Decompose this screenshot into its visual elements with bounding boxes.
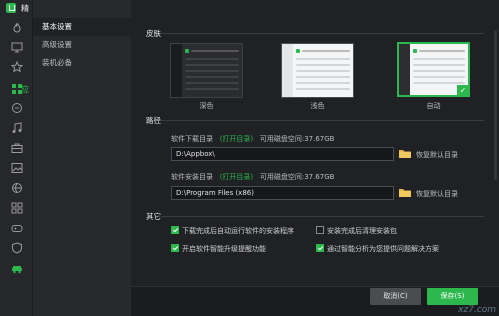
download-dir-input[interactable]: D:\Appbox\ bbox=[171, 147, 394, 161]
download-dir-label: 软件下载目录 (打开目录) 可用磁盘空间:37.67GB bbox=[171, 135, 335, 143]
install-disk-space: 可用磁盘空间:37.67GB bbox=[259, 173, 335, 181]
checkbox[interactable] bbox=[171, 226, 179, 234]
save-button[interactable]: 保存(S) bbox=[427, 288, 478, 305]
divider bbox=[161, 120, 484, 121]
skin-auto-preview[interactable]: ✓ bbox=[397, 42, 470, 97]
settings-panel: 皮肤 深色 浅色 ✓ 自动 路径 软件下载目录 (打开目录) 可用磁盘空间:37… bbox=[131, 0, 499, 316]
restore-install-dir-link[interactable]: 恢复默认目录 bbox=[416, 189, 458, 199]
other-section-title: 其它 bbox=[146, 212, 161, 221]
open-install-dir-link[interactable]: (打开目录) bbox=[220, 173, 253, 181]
divider bbox=[161, 216, 484, 217]
checkbox[interactable] bbox=[316, 226, 324, 234]
scrollbar[interactable] bbox=[494, 30, 497, 180]
browser-icon[interactable] bbox=[11, 182, 23, 194]
option-smart-analysis[interactable]: 通过智能分析为您提供问题解决方案 bbox=[316, 244, 439, 254]
option-clean-package[interactable]: 安装完成后清理安装包 bbox=[316, 226, 397, 236]
chat-icon[interactable] bbox=[11, 102, 23, 114]
music-icon[interactable] bbox=[11, 122, 23, 134]
gamepad-icon[interactable] bbox=[11, 222, 23, 234]
app-logo-icon bbox=[6, 3, 16, 13]
car-icon[interactable] bbox=[11, 263, 23, 275]
nav-basic-settings[interactable]: 基本设置 bbox=[33, 18, 131, 36]
star-icon[interactable] bbox=[11, 61, 23, 73]
open-download-dir-link[interactable]: (打开目录) bbox=[220, 135, 253, 143]
download-folder-icon[interactable] bbox=[398, 147, 412, 160]
image-icon[interactable] bbox=[11, 162, 23, 174]
briefcase-icon[interactable] bbox=[11, 142, 23, 154]
install-dir-input[interactable]: D:\Program Files (x86) bbox=[171, 186, 394, 200]
nav-essential-software[interactable]: 装机必备 bbox=[33, 54, 131, 72]
skin-auto-label[interactable]: 自动 bbox=[397, 101, 470, 111]
skin-dark-label[interactable]: 深色 bbox=[170, 101, 243, 111]
monitor-icon[interactable] bbox=[11, 41, 23, 53]
selected-check-icon: ✓ bbox=[457, 85, 468, 95]
shield-icon[interactable] bbox=[11, 242, 23, 254]
skin-section-title: 皮肤 bbox=[146, 29, 161, 38]
watermark: xz7.com bbox=[458, 305, 496, 315]
app-icon-rail: 精 应 bbox=[0, 0, 33, 316]
section-name: 应 bbox=[21, 85, 29, 94]
restore-download-dir-link[interactable]: 恢复默认目录 bbox=[416, 150, 458, 160]
checkbox[interactable] bbox=[171, 244, 179, 252]
skin-dark-preview[interactable] bbox=[170, 43, 243, 98]
app-name: 精 bbox=[21, 4, 29, 13]
cancel-button[interactable]: 取消(C) bbox=[370, 288, 421, 305]
nav-advanced-settings[interactable]: 高级设置 bbox=[33, 36, 131, 54]
divider bbox=[161, 33, 484, 34]
install-folder-icon[interactable] bbox=[398, 186, 412, 199]
install-dir-label: 软件安装目录 (打开目录) 可用磁盘空间:37.67GB bbox=[171, 173, 335, 181]
path-section-title: 路径 bbox=[146, 116, 161, 125]
download-disk-space: 可用磁盘空间:37.67GB bbox=[259, 135, 335, 143]
settings-nav: 基本设置 高级设置 装机必备 bbox=[33, 0, 131, 316]
option-upgrade-reminder[interactable]: 开启软件智能升级提醒功能 bbox=[171, 244, 266, 254]
fire-icon[interactable] bbox=[11, 22, 23, 34]
checkbox[interactable] bbox=[316, 244, 324, 252]
option-auto-run-installer[interactable]: 下载完成后自动运行软件的安装程序 bbox=[171, 226, 294, 236]
grid-icon[interactable] bbox=[11, 202, 23, 214]
skin-light-label[interactable]: 浅色 bbox=[281, 101, 354, 111]
skin-light-preview[interactable] bbox=[281, 43, 354, 98]
